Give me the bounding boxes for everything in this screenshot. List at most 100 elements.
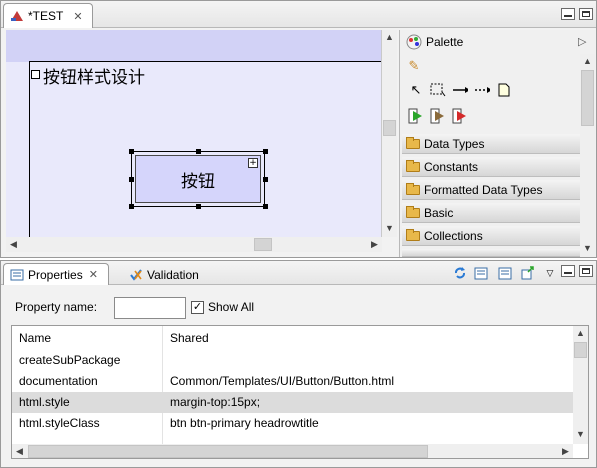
folder-icon <box>406 205 420 218</box>
row-name: html.style <box>19 395 70 409</box>
editor-tab-test[interactable]: *TEST ✕ <box>3 3 93 28</box>
resize-handle-n[interactable] <box>196 149 201 154</box>
property-name-input[interactable] <box>114 297 186 319</box>
expand-icon[interactable]: + <box>248 158 258 168</box>
scroll-thumb[interactable] <box>581 70 594 126</box>
scroll-thumb[interactable] <box>383 120 396 136</box>
scroll-thumb[interactable] <box>28 445 428 458</box>
palette-drawer-collections[interactable]: Collections <box>402 226 580 246</box>
pin-icon[interactable]: ✎ <box>406 58 422 74</box>
refresh-icon[interactable] <box>452 265 468 281</box>
drawer-label: Formatted Data Types <box>424 182 543 197</box>
maximize-icon[interactable] <box>579 265 593 277</box>
tab-properties[interactable]: Properties ✕ <box>3 263 109 285</box>
palette-drawer-formatted-data-types[interactable]: Formatted Data Types <box>402 180 580 200</box>
scroll-left-icon[interactable]: ◀ <box>12 446 27 457</box>
scroll-up-icon[interactable]: ▲ <box>573 328 588 338</box>
properties-tab-bar: Properties ✕ Validation ▽ <box>1 261 596 285</box>
start-state-icon[interactable] <box>408 108 424 124</box>
properties-icon <box>10 269 24 280</box>
button-widget[interactable]: 按钮 + <box>135 155 261 203</box>
table-row[interactable]: html.styleClass btn btn-primary headrowt… <box>12 413 573 434</box>
connection-tool-icon[interactable] <box>452 82 468 98</box>
resize-handle-se[interactable] <box>263 204 268 209</box>
tab-validation[interactable]: Validation <box>113 264 213 285</box>
palette-header[interactable]: Palette <box>400 30 597 54</box>
dependency-tool-icon[interactable] <box>474 82 490 98</box>
table-horizontal-scrollbar[interactable]: ◀ ▶ <box>12 444 573 458</box>
validation-icon <box>130 268 142 281</box>
scroll-up-icon[interactable]: ▲ <box>580 56 595 66</box>
resize-handle-ne[interactable] <box>263 149 268 154</box>
export-icon[interactable] <box>497 265 513 281</box>
palette-drawer-basic[interactable]: Basic <box>402 203 580 223</box>
table-row-partial[interactable] <box>12 434 573 444</box>
scroll-thumb[interactable] <box>574 342 587 358</box>
folder-icon <box>406 136 420 149</box>
resize-handle-s[interactable] <box>196 204 201 209</box>
scroll-right-icon[interactable]: ▶ <box>367 239 382 250</box>
palette-title: Palette <box>426 35 464 49</box>
row-value[interactable]: Common/Templates/UI/Button/Button.html <box>170 374 394 388</box>
table-row[interactable]: createSubPackage <box>12 350 573 371</box>
palette-icon <box>406 34 422 50</box>
filter-icon[interactable] <box>520 265 536 281</box>
select-tool-icon[interactable]: ↖ <box>408 82 424 98</box>
properties-table: Name Shared createSubPackage documentati… <box>11 325 589 459</box>
editor-tab-bar: *TEST ✕ <box>1 1 596 28</box>
minimize-icon[interactable] <box>561 265 575 277</box>
row-value[interactable]: margin-top:15px; <box>170 395 260 409</box>
properties-pane: Properties ✕ Validation ▽ Property name:… <box>0 260 597 468</box>
palette-drawer-constants[interactable]: Constants <box>402 157 580 177</box>
view-menu-icon[interactable]: ▽ <box>542 265 558 281</box>
row-name: html.styleClass <box>19 416 100 430</box>
resize-handle-nw[interactable] <box>129 149 134 154</box>
scroll-right-icon[interactable]: ▶ <box>558 446 573 457</box>
import-icon[interactable] <box>473 265 489 281</box>
resize-handle-sw[interactable] <box>129 204 134 209</box>
scroll-left-icon[interactable]: ◀ <box>6 239 21 250</box>
transition-state-icon[interactable] <box>430 108 446 124</box>
end-state-icon[interactable] <box>452 108 468 124</box>
scroll-down-icon[interactable]: ▼ <box>382 223 397 233</box>
canvas-header-band <box>6 30 381 62</box>
close-icon[interactable]: ✕ <box>73 10 82 23</box>
close-icon[interactable]: ✕ <box>89 268 98 281</box>
scroll-down-icon[interactable]: ▼ <box>580 243 595 253</box>
scroll-thumb[interactable] <box>254 238 272 251</box>
folder-icon <box>406 182 420 195</box>
palette-drawer-partial[interactable] <box>402 249 580 257</box>
diagram-canvas[interactable]: 按钮样式设计 按钮 + <box>6 30 382 237</box>
resize-handle-e[interactable] <box>263 177 268 182</box>
column-header-shared[interactable]: Shared <box>170 331 209 345</box>
maximize-icon[interactable] <box>579 8 593 20</box>
show-all-checkbox[interactable]: ✓ <box>191 301 204 314</box>
drawer-label: Basic <box>424 205 454 220</box>
minimize-icon[interactable] <box>561 8 575 20</box>
editor-tab-title: *TEST <box>28 9 64 23</box>
drawer-label: Collections <box>424 228 483 243</box>
table-row[interactable]: documentation Common/Templates/UI/Button… <box>12 371 573 392</box>
drawer-label: Data Types <box>424 136 485 151</box>
button-widget-label: 按钮 <box>181 171 215 192</box>
column-header-name[interactable]: Name <box>19 331 51 345</box>
note-tool-icon[interactable] <box>496 82 512 98</box>
marquee-tool-icon[interactable] <box>430 82 446 98</box>
table-row-selected[interactable]: html.style margin-top:15px; <box>12 392 573 413</box>
folder-icon <box>406 159 420 172</box>
scroll-down-icon[interactable]: ▼ <box>573 429 588 439</box>
row-name: createSubPackage <box>19 353 121 367</box>
canvas-vertical-scrollbar[interactable]: ▲ ▼ <box>382 30 397 237</box>
table-vertical-scrollbar[interactable]: ▲ ▼ <box>573 326 588 444</box>
diagram-icon <box>11 11 23 21</box>
palette-scrollbar[interactable]: ▲ ▼ <box>580 54 595 257</box>
palette-drawer-data-types[interactable]: Data Types <box>402 134 580 154</box>
resize-handle-w[interactable] <box>129 177 134 182</box>
row-value[interactable]: btn btn-primary headrowtitle <box>170 416 319 430</box>
frame-collapse-handle[interactable] <box>31 70 40 79</box>
collapse-palette-icon[interactable]: ▷ <box>578 35 586 48</box>
scroll-up-icon[interactable]: ▲ <box>382 32 397 42</box>
canvas-horizontal-scrollbar[interactable]: ◀ ▶ <box>6 237 382 252</box>
tab-properties-label: Properties <box>28 267 83 282</box>
palette-panel: Palette ▷ ✎ ↖ Data Types Constants Forma… <box>399 30 596 257</box>
